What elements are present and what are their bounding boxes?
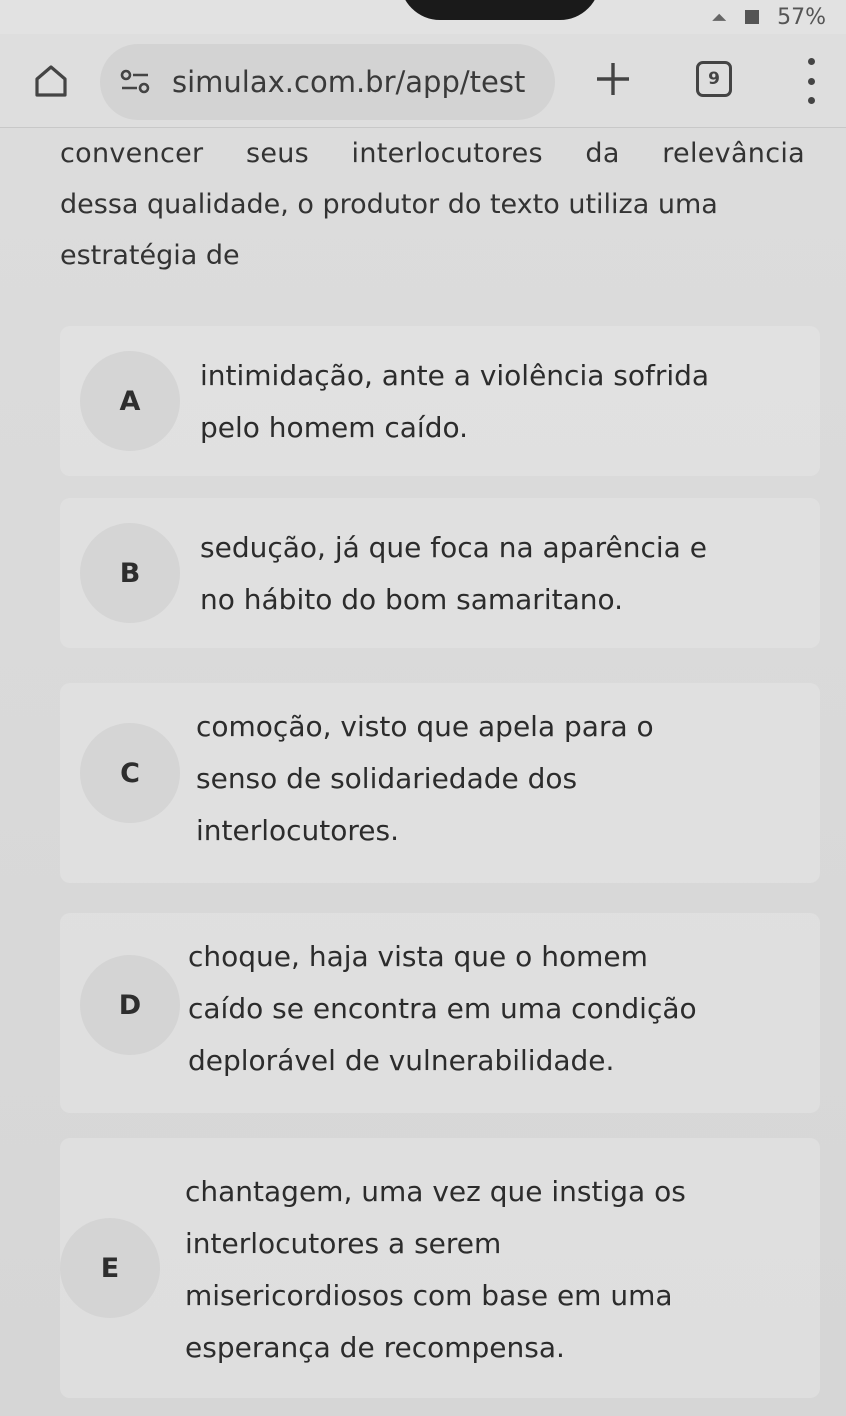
option-text: choque, haja vista que o homem caído se … (188, 940, 697, 1077)
option-text: intimidação, ante a violência sofrida pe… (200, 359, 710, 444)
question-line: estratégia de (60, 240, 240, 271)
site-info-icon[interactable] (118, 65, 152, 99)
option-letter: A (80, 351, 180, 451)
option-d[interactable]: D choque, haja vista que o homem caído s… (60, 913, 820, 1113)
option-letter: C (80, 723, 180, 823)
tab-count: 9 (708, 69, 720, 89)
tab-switcher-button[interactable]: 9 (696, 61, 732, 97)
new-tab-button[interactable] (588, 54, 638, 104)
option-text: sedução, já que foca na aparência e no h… (200, 531, 707, 616)
question-line: convencer seus interlocutores da relevân… (60, 138, 805, 169)
question-text: convencer seus interlocutores da relevân… (60, 128, 805, 281)
home-button[interactable] (26, 56, 76, 106)
option-letter: B (80, 523, 180, 623)
option-c[interactable]: C comoção, visto que apela para o senso … (60, 683, 820, 883)
option-b[interactable]: B sedução, já que foca na aparência e no… (60, 498, 820, 648)
url-text: simulax.com.br/app/test (172, 65, 526, 99)
question-line: dessa qualidade, o produtor do texto uti… (60, 189, 718, 220)
page-content: convencer seus interlocutores da relevân… (0, 128, 846, 1416)
status-bar: ⏶ 57% (0, 0, 846, 34)
battery-icon (745, 10, 760, 24)
plus-icon (597, 63, 629, 95)
option-letter: D (80, 955, 180, 1055)
battery-level: 57% (777, 4, 826, 30)
camera-notch (400, 0, 600, 20)
option-letter: E (60, 1218, 160, 1318)
option-text: comoção, visto que apela para o senso de… (196, 710, 654, 847)
home-icon (35, 65, 67, 97)
option-a[interactable]: A intimidação, ante a violência sofrida … (60, 326, 820, 476)
browser-toolbar: simulax.com.br/app/test 9 (0, 34, 846, 128)
more-vert-icon[interactable] (796, 58, 826, 104)
signal-icon: ⏶ (711, 5, 728, 29)
option-text: chantagem, uma vez que instiga os interl… (185, 1175, 686, 1364)
option-e[interactable]: E chantagem, uma vez que instiga os inte… (60, 1138, 820, 1398)
address-bar[interactable]: simulax.com.br/app/test (100, 44, 555, 120)
